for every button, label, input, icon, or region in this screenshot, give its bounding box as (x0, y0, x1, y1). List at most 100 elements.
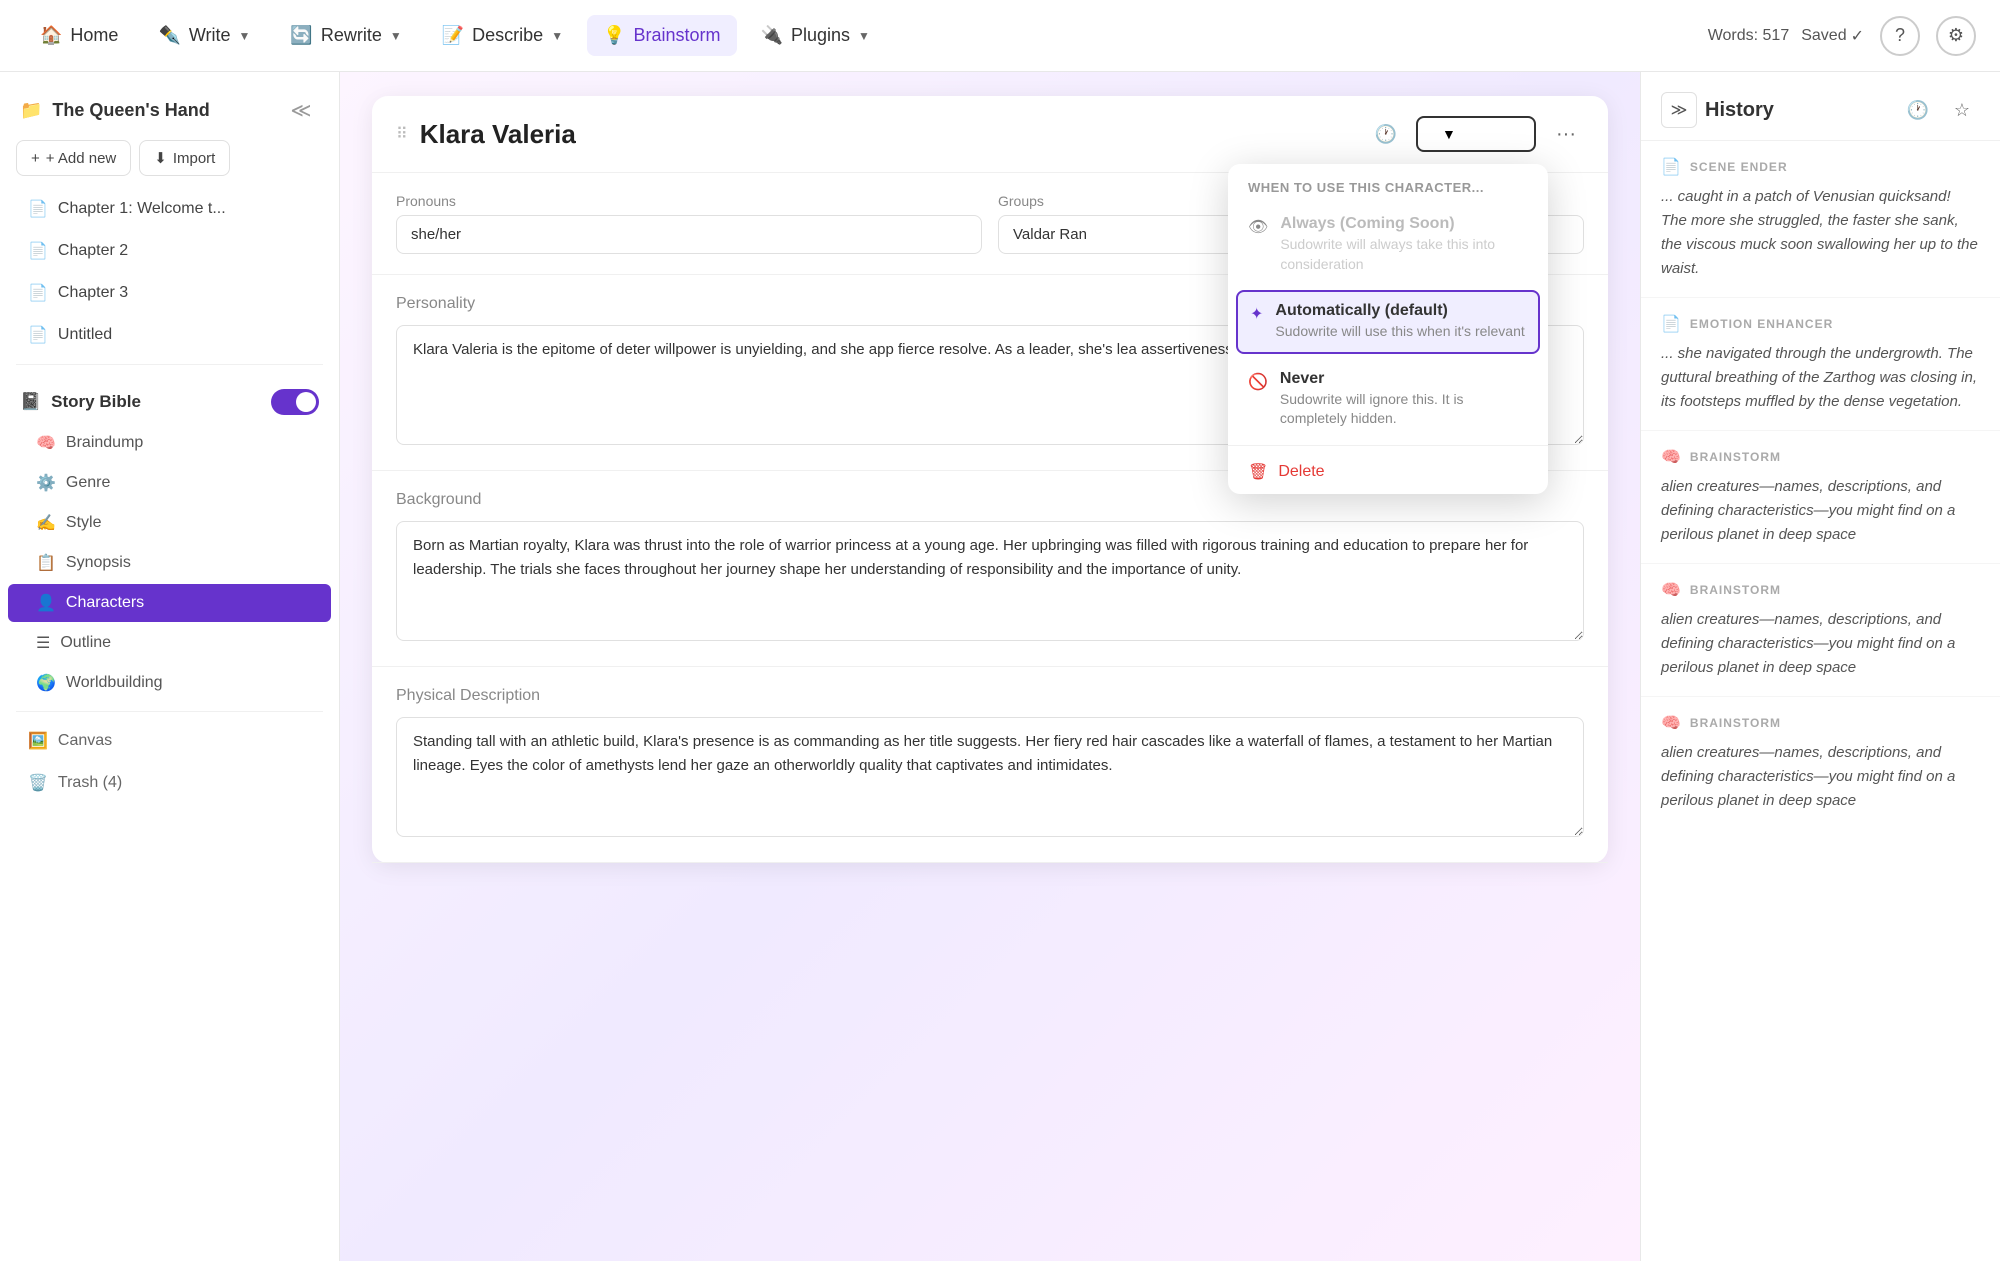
history-category-label: BRAINSTORM (1690, 583, 1781, 597)
import-button[interactable]: ⬇ Import (139, 140, 230, 176)
import-icon: ⬇ (154, 149, 167, 167)
history-item[interactable]: 🧠 BRAINSTORM alien creatures—names, desc… (1641, 431, 2000, 564)
canvas-icon: 🖼️ (28, 731, 48, 751)
panel-expand-button[interactable]: ≫ (1661, 92, 1697, 128)
history-category-icon: 🧠 (1661, 580, 1682, 600)
saved-badge: Saved ✓ (1801, 26, 1864, 46)
rewrite-caret-icon: ▼ (390, 29, 402, 43)
plugins-label: Plugins (791, 25, 850, 46)
story-bible-icon: 📓 (20, 392, 41, 412)
dropdown-caret-icon: ▼ (1442, 126, 1456, 142)
right-panel-header: ≫ History 🕐 ☆ (1641, 72, 2000, 141)
dropdown-option-always[interactable]: 👁 Always (Coming Soon) Sudowrite will al… (1228, 203, 1548, 286)
sidebar-collapse-button[interactable]: ≪ (283, 92, 319, 128)
never-label: Never (1280, 370, 1528, 388)
history-category-icon: 📄 (1661, 157, 1682, 177)
dropdown-option-auto[interactable]: ✦ Automatically (default) Sudowrite will… (1236, 290, 1540, 354)
write-icon: ✒️ (158, 25, 180, 46)
history-text: alien creatures—names, descriptions, and… (1661, 608, 1980, 680)
sidebar-item-genre[interactable]: ⚙️ Genre (8, 464, 331, 502)
toolbar: 🏠 Home ✒️ Write ▼ 🔄 Rewrite ▼ 📝 Describe… (0, 0, 2000, 72)
always-label: Always (Coming Soon) (1280, 215, 1528, 233)
worldbuilding-icon: 🌍 (36, 673, 56, 693)
story-bible-label: Story Bible (51, 392, 141, 412)
history-item[interactable]: 🧠 BRAINSTORM alien creatures—names, desc… (1641, 564, 2000, 697)
sidebar-item-canvas[interactable]: 🖼️ Canvas (8, 721, 331, 761)
rewrite-icon: 🔄 (290, 25, 312, 46)
add-icon: + (31, 150, 40, 167)
history-text: alien creatures—names, descriptions, and… (1661, 741, 1980, 813)
never-icon: 🚫 (1248, 372, 1268, 392)
sidebar-divider2 (16, 711, 323, 712)
trash-icon: 🗑️ (28, 773, 48, 793)
character-card-header: ⠿ Klara Valeria 🕐 ▼ ··· (372, 96, 1608, 173)
history-icon-button[interactable]: 🕐 (1368, 116, 1404, 152)
dropdown-divider (1228, 445, 1548, 446)
saved-label: Saved (1801, 27, 1846, 45)
sidebar-item-untitled[interactable]: 📄 Untitled (8, 315, 331, 355)
sidebar-item-characters[interactable]: 👤 Characters (8, 584, 331, 622)
words-saved: Words: 517 Saved ✓ (1708, 26, 1864, 46)
history-item[interactable]: 🧠 BRAINSTORM alien creatures—names, desc… (1641, 697, 2000, 829)
sidebar-item-chapter3[interactable]: 📄 Chapter 3 (8, 273, 331, 313)
brainstorm-button[interactable]: 💡 Brainstorm (587, 15, 736, 56)
auto-desc: Sudowrite will use this when it's releva… (1275, 322, 1526, 342)
right-panel: ≫ History 🕐 ☆ 📄 SCENE ENDER ... caught i… (1640, 72, 2000, 1261)
pronouns-input[interactable] (396, 215, 982, 254)
always-desc: Sudowrite will always take this into con… (1280, 235, 1528, 274)
history-category-label: BRAINSTORM (1690, 716, 1781, 730)
more-options-button[interactable]: ··· (1548, 116, 1584, 152)
synopsis-icon: 📋 (36, 553, 56, 573)
plugins-caret-icon: ▼ (858, 29, 870, 43)
braindump-label: Braindump (66, 434, 143, 452)
sidebar-divider1 (16, 364, 323, 365)
context-dropdown-button[interactable]: ▼ (1416, 116, 1536, 152)
history-category: 🧠 BRAINSTORM (1661, 447, 1980, 467)
history-star-button[interactable]: ☆ (1944, 92, 1980, 128)
history-clock-button[interactable]: 🕐 (1900, 92, 1936, 128)
story-bible-toggle[interactable] (271, 389, 319, 415)
chapter3-icon: 📄 (28, 283, 48, 303)
delete-icon: 🗑 (1248, 462, 1268, 482)
main-layout: 📁 The Queen's Hand ≪ + + Add new ⬇ Impor… (0, 72, 2000, 1261)
delete-character-button[interactable]: 🗑 Delete (1228, 450, 1548, 494)
project-icon: 📁 (20, 100, 42, 121)
sidebar-item-synopsis[interactable]: 📋 Synopsis (8, 544, 331, 582)
sidebar-item-braindump[interactable]: 🧠 Braindump (8, 424, 331, 462)
sidebar-item-outline[interactable]: ☰ Outline (8, 624, 331, 662)
write-button[interactable]: ✒️ Write ▼ (142, 15, 266, 56)
home-button[interactable]: 🏠 Home (24, 15, 134, 56)
chapter2-icon: 📄 (28, 241, 48, 261)
sidebar-header: 📁 The Queen's Hand ≪ (0, 72, 339, 140)
describe-label: Describe (472, 25, 543, 46)
add-new-button[interactable]: + + Add new (16, 140, 131, 176)
settings-button[interactable]: ⚙ (1936, 16, 1976, 56)
plugins-button[interactable]: 🔌 Plugins ▼ (745, 15, 886, 56)
background-textarea[interactable]: Born as Martian royalty, Klara was thrus… (396, 521, 1584, 641)
outline-label: Outline (60, 634, 111, 652)
panel-nav: ≫ History (1661, 92, 1774, 128)
home-label: Home (70, 25, 118, 46)
history-item[interactable]: 📄 SCENE ENDER ... caught in a patch of V… (1641, 141, 2000, 298)
sidebar-item-chapter2[interactable]: 📄 Chapter 2 (8, 231, 331, 271)
rewrite-button[interactable]: 🔄 Rewrite ▼ (274, 15, 417, 56)
physical-section: Physical Description Standing tall with … (372, 667, 1608, 863)
genre-label: Genre (66, 474, 110, 492)
project-title: The Queen's Hand (52, 100, 209, 121)
physical-textarea[interactable]: Standing tall with an athletic build, Kl… (396, 717, 1584, 837)
history-item[interactable]: 📄 EMOTION ENHANCER ... she navigated thr… (1641, 298, 2000, 431)
worldbuilding-label: Worldbuilding (66, 674, 163, 692)
sidebar-item-worldbuilding[interactable]: 🌍 Worldbuilding (8, 664, 331, 702)
history-items-container: 📄 SCENE ENDER ... caught in a patch of V… (1641, 141, 2000, 829)
sidebar-item-style[interactable]: ✍️ Style (8, 504, 331, 542)
drag-handle-icon[interactable]: ⠿ (396, 124, 408, 144)
history-category: 📄 SCENE ENDER (1661, 157, 1980, 177)
sidebar-item-trash[interactable]: 🗑️ Trash (4) (8, 763, 331, 803)
story-bible-section: 📓 Story Bible (0, 373, 339, 423)
help-button[interactable]: ? (1880, 16, 1920, 56)
history-category-icon: 🧠 (1661, 713, 1682, 733)
describe-button[interactable]: 📝 Describe ▼ (426, 15, 579, 56)
dropdown-option-never[interactable]: 🚫 Never Sudowrite will ignore this. It i… (1228, 358, 1548, 441)
sidebar-item-chapter1[interactable]: 📄 Chapter 1: Welcome t... (8, 189, 331, 229)
canvas-label: Canvas (58, 732, 112, 750)
